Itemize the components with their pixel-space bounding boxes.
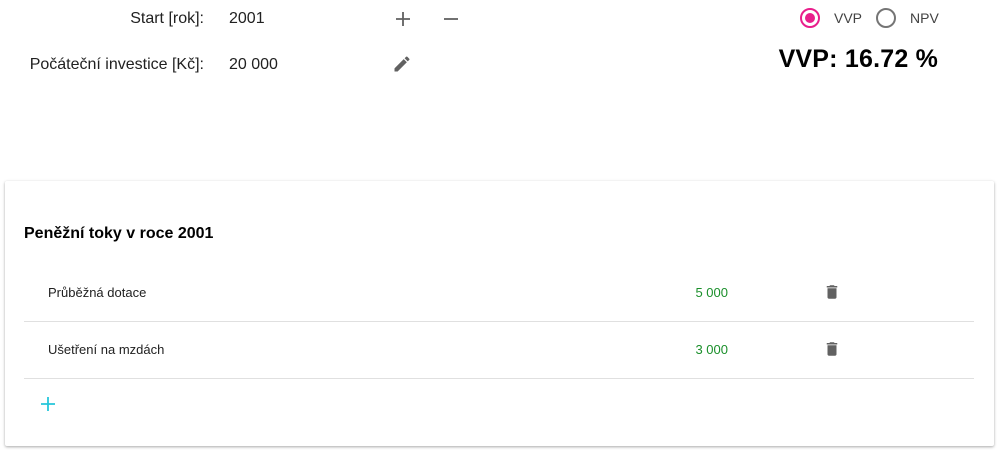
initial-investment-value: 20 000 bbox=[229, 56, 278, 73]
edit-investment-button[interactable] bbox=[391, 53, 413, 75]
add-cashflow-button[interactable] bbox=[37, 393, 59, 415]
radio-vvp-checked-icon bbox=[800, 8, 820, 28]
cashflow-amount: 3 000 bbox=[695, 342, 728, 357]
plus-icon bbox=[396, 12, 410, 26]
cashflow-name: Ušetření na mzdách bbox=[48, 342, 165, 357]
cashflow-card: Peněžní toky v roce 2001 Průběžná dotace… bbox=[5, 181, 994, 446]
cashflow-row: Ušetření na mzdách 3 000 bbox=[24, 322, 974, 379]
decrement-year-button[interactable] bbox=[440, 8, 462, 30]
radio-vvp-label: VVP bbox=[834, 10, 863, 26]
add-icon bbox=[41, 397, 55, 411]
delete-cashflow-button[interactable] bbox=[821, 281, 843, 303]
radio-vvp[interactable]: VVP bbox=[800, 8, 862, 28]
delete-cashflow-button[interactable] bbox=[821, 338, 843, 360]
trash-icon bbox=[826, 342, 838, 356]
cashflow-title: Peněžní toky v roce 2001 bbox=[24, 225, 214, 242]
mode-radio-group: VVP NPV bbox=[800, 8, 953, 28]
radio-npv[interactable]: NPV bbox=[876, 8, 939, 28]
initial-investment-label: Počáteční investice [Kč]: bbox=[29, 56, 204, 73]
start-year-value: 2001 bbox=[229, 10, 265, 27]
trash-icon bbox=[826, 285, 838, 299]
minus-icon bbox=[444, 18, 458, 20]
cashflow-amount: 5 000 bbox=[695, 285, 728, 300]
result-text: VVP: 16.72 % bbox=[778, 45, 938, 73]
cashflow-name: Průběžná dotace bbox=[48, 285, 147, 300]
increment-year-button[interactable] bbox=[392, 8, 414, 30]
radio-npv-unchecked-icon bbox=[876, 8, 897, 28]
cashflow-row: Průběžná dotace 5 000 bbox=[24, 265, 974, 322]
radio-npv-label: NPV bbox=[910, 10, 939, 26]
pencil-icon bbox=[394, 56, 410, 72]
start-year-label: Start [rok]: bbox=[130, 10, 204, 27]
